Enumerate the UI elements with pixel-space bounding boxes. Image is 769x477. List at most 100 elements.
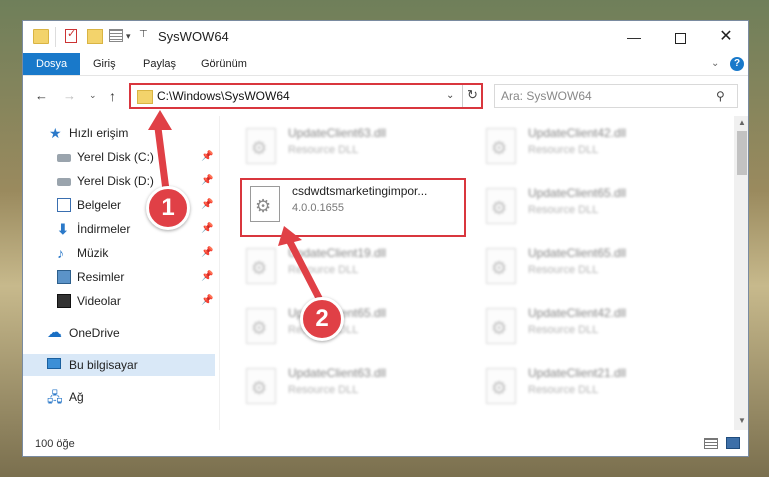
file-highlight-box	[240, 178, 466, 237]
file-item[interactable]: UpdateClient65.dll Resource DLL	[240, 302, 460, 358]
recent-locations-icon[interactable]: ⌄	[89, 90, 97, 101]
scroll-down-icon[interactable]: ▼	[738, 416, 746, 425]
file-name: UpdateClient21.dll	[528, 366, 627, 380]
dll-file-icon	[486, 368, 516, 404]
file-description: Resource DLL	[288, 384, 359, 396]
sidebar-item-music[interactable]: ♪ Müzik 📌	[23, 242, 215, 264]
sidebar-item-this-pc[interactable]: Bu bilgisayar	[23, 354, 215, 376]
pin-icon[interactable]: 📌	[201, 266, 213, 288]
scroll-up-icon[interactable]: ▲	[738, 118, 746, 127]
large-icons-view-icon[interactable]	[726, 437, 740, 449]
download-icon: ⬇	[57, 221, 69, 237]
sidebar-item-quick-access[interactable]: ★ Hızlı erişim	[23, 122, 215, 144]
pictures-icon	[57, 270, 71, 284]
address-dropdown-icon[interactable]: ⌄	[446, 90, 454, 101]
details-view-icon[interactable]	[704, 438, 718, 449]
file-description: Resource DLL	[288, 264, 359, 276]
divider	[55, 27, 56, 47]
file-description: Resource DLL	[288, 144, 359, 156]
vertical-scrollbar[interactable]: ▲ ▼	[734, 116, 748, 430]
dll-file-icon	[246, 128, 276, 164]
file-item[interactable]: UpdateClient65.dll Resource DLL	[480, 242, 700, 298]
file-name: UpdateClient42.dll	[528, 306, 627, 320]
pin-icon[interactable]: 📌	[201, 290, 213, 312]
divider	[462, 85, 463, 107]
new-folder-icon[interactable]	[87, 29, 103, 44]
tab-home[interactable]: Giriş	[81, 53, 128, 75]
tab-file[interactable]: Dosya	[23, 53, 81, 75]
dll-file-icon	[486, 188, 516, 224]
close-button[interactable]: ✕	[703, 21, 748, 53]
back-button[interactable]: ←	[35, 88, 48, 103]
sidebar-item-disk-c[interactable]: Yerel Disk (C:) 📌	[23, 146, 215, 168]
sidebar-item-downloads[interactable]: ⬇ İndirmeler 📌	[23, 218, 215, 240]
file-item[interactable]: UpdateClient42.dll Resource DLL	[480, 302, 700, 358]
file-item[interactable]: UpdateClient63.dll Resource DLL	[240, 362, 460, 418]
pin-icon[interactable]: 📌	[201, 194, 213, 216]
pin-icon[interactable]: 📌	[201, 170, 213, 192]
expand-ribbon-icon[interactable]: ⌄	[711, 58, 719, 69]
search-input[interactable]	[501, 89, 701, 103]
music-icon: ♪	[57, 245, 64, 261]
dll-file-icon	[486, 248, 516, 284]
explorer-window: ▾ ⊤ SysWOW64 — ✕ Dosya Giriş Paylaş Görü…	[22, 20, 749, 457]
sidebar-item-videos[interactable]: Videolar 📌	[23, 290, 215, 312]
sidebar-item-label: Yerel Disk (C:)	[77, 150, 154, 164]
up-button[interactable]: ↑	[109, 88, 116, 104]
sidebar-item-label: Müzik	[77, 246, 109, 260]
address-bar[interactable]: C:\Windows\SysWOW64 ⌄ ↻	[129, 83, 483, 109]
folder-icon	[33, 29, 49, 44]
dropdown-arrow-icon[interactable]: ▾	[126, 31, 131, 47]
cloud-icon: ☁	[47, 324, 62, 341]
file-item[interactable]: UpdateClient63.dll Resource DLL	[240, 122, 460, 178]
search-box[interactable]: ⚲	[494, 84, 738, 108]
minimize-button[interactable]: —	[611, 21, 657, 53]
star-icon: ★	[49, 125, 62, 141]
sidebar-item-label: Bu bilgisayar	[69, 358, 138, 372]
tab-share[interactable]: Paylaş	[131, 53, 188, 75]
address-path[interactable]: C:\Windows\SysWOW64	[157, 89, 290, 103]
sidebar-item-label: Belgeler	[77, 198, 122, 212]
file-name: UpdateClient42.dll	[528, 126, 627, 140]
pin-icon[interactable]: 📌	[201, 146, 213, 168]
sidebar-item-network[interactable]: 🖧 Ağ	[23, 386, 215, 408]
sidebar-item-label: İndirmeler	[77, 222, 131, 236]
maximize-button[interactable]	[657, 21, 703, 53]
properties-check-icon[interactable]	[65, 27, 77, 43]
file-item[interactable]: UpdateClient65.dll Resource DLL	[480, 182, 700, 238]
dll-file-icon	[246, 308, 276, 344]
folder-icon	[137, 90, 153, 104]
navigation-pane: ★ Hızlı erişim Yerel Disk (C:) 📌 Yerel D…	[23, 116, 219, 430]
videos-icon	[57, 294, 71, 308]
search-icon[interactable]: ⚲	[716, 89, 725, 103]
file-name: UpdateClient19.dll	[288, 246, 387, 260]
file-description: Resource DLL	[528, 324, 599, 336]
sidebar-item-label: Yerel Disk (D:)	[77, 174, 154, 188]
dll-file-icon	[246, 368, 276, 404]
file-description: Resource DLL	[528, 204, 599, 216]
sidebar-item-onedrive[interactable]: ☁ OneDrive	[23, 322, 215, 344]
list-view-icon[interactable]	[109, 29, 123, 42]
callout-badge-1: 1	[146, 186, 190, 230]
status-bar: 100 öğe	[23, 430, 748, 456]
window-title: SysWOW64	[158, 29, 229, 44]
pin-icon[interactable]: 📌	[201, 218, 213, 240]
file-item[interactable]: UpdateClient21.dll Resource DLL	[480, 362, 700, 418]
file-item[interactable]: UpdateClient42.dll Resource DLL	[480, 122, 700, 178]
pin-icon[interactable]: 📌	[201, 242, 213, 264]
file-description: Resource DLL	[528, 144, 599, 156]
customize-toolbar-icon[interactable]: ⊤	[139, 29, 148, 45]
file-item[interactable]: UpdateClient19.dll Resource DLL	[240, 242, 460, 298]
sidebar-item-disk-d[interactable]: Yerel Disk (D:) 📌	[23, 170, 215, 192]
sidebar-item-label: Videolar	[77, 294, 121, 308]
dll-file-icon	[486, 308, 516, 344]
tab-view[interactable]: Görünüm	[189, 53, 259, 75]
scroll-thumb[interactable]	[737, 131, 747, 175]
file-name: UpdateClient65.dll	[528, 186, 627, 200]
help-icon[interactable]: ?	[730, 57, 744, 71]
file-name: UpdateClient63.dll	[288, 366, 387, 380]
file-list: UpdateClient63.dll Resource DLL UpdateCl…	[220, 116, 734, 430]
forward-button[interactable]: →	[63, 88, 76, 103]
refresh-icon[interactable]: ↻	[467, 87, 478, 103]
sidebar-item-pictures[interactable]: Resimler 📌	[23, 266, 215, 288]
